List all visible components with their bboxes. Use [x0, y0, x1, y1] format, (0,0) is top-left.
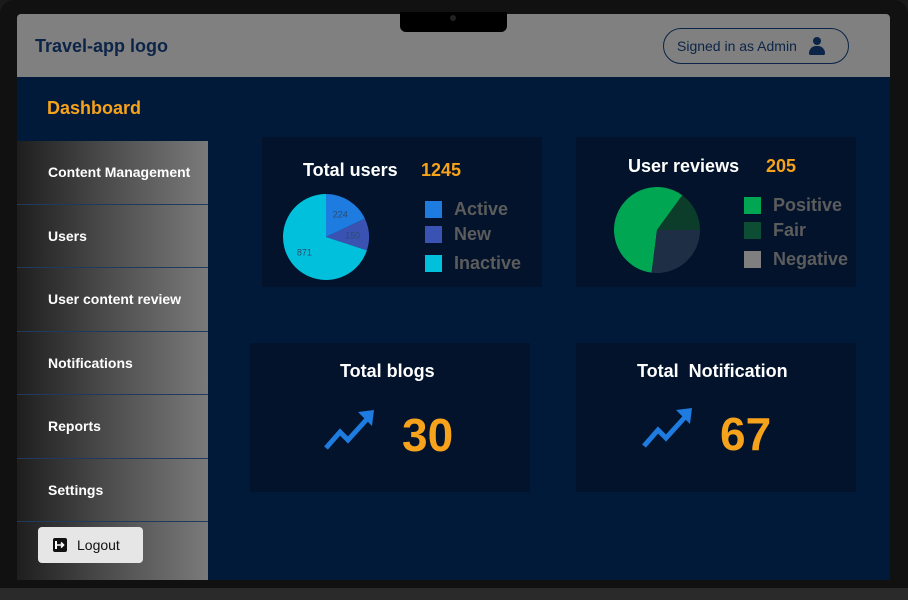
page-title: Dashboard [47, 98, 142, 118]
pie-slice-negative [651, 230, 700, 273]
legend-item-inactive: Inactive [425, 253, 521, 274]
logout-button[interactable]: Logout [38, 527, 143, 563]
users-pie-chart: 224 150 871 [283, 194, 369, 280]
reviews-pie-chart [614, 187, 700, 273]
pie-data-label: 224 [333, 209, 348, 219]
legend-swatch [425, 226, 442, 243]
user-reviews-count: 205 [766, 156, 797, 176]
sidebar-item-users[interactable]: Users [17, 205, 208, 268]
total-blogs-value: 30 [402, 409, 454, 461]
legend-swatch [744, 222, 761, 239]
logout-label: Logout [77, 537, 120, 553]
legend-label: Inactive [454, 253, 522, 273]
legend-item-fair: Fair [744, 220, 806, 241]
sidebar-item-notifications[interactable]: Notifications [17, 332, 208, 395]
sidebar-item-reports[interactable]: Reports [17, 395, 208, 459]
legend-item-active: Active [425, 199, 508, 220]
legend-item-positive: Positive [744, 195, 842, 216]
laptop-frame: Travel-app logo Signed in as Admin Dashb… [0, 0, 908, 600]
legend-label: New [454, 224, 492, 244]
legend-swatch [425, 255, 442, 272]
total-blogs-title: Total blogs [340, 361, 435, 381]
legend-label: Fair [773, 220, 807, 240]
sidebar-item-label: Content Management [48, 164, 191, 181]
total-users-card: Total users 1245 224 150 871 Active New In… [262, 137, 542, 287]
app-screen: Travel-app logo Signed in as Admin Dashb… [17, 14, 890, 580]
pie-data-label: 871 [297, 248, 312, 258]
legend-item-negative: Negative [744, 249, 848, 270]
legend-swatch [744, 197, 761, 214]
sidebar-item-user-content-review[interactable]: User content review [17, 268, 208, 332]
account-button[interactable]: Signed in as Admin [663, 28, 849, 64]
total-blogs-card: Total blogs 30 [250, 343, 530, 492]
legend-label: Active [454, 199, 509, 219]
signed-in-label: Signed in as Admin [677, 38, 797, 54]
legend-swatch [744, 251, 761, 268]
pie-data-label: 150 [345, 230, 360, 240]
total-notification-title: Total Notification [637, 361, 788, 381]
legend-label: Negative [773, 249, 849, 269]
sidebar-item-label: Settings [48, 481, 104, 498]
user-icon [807, 36, 827, 56]
total-notification-value: 67 [720, 408, 772, 460]
sidebar-item-label: Reports [48, 418, 101, 435]
user-reviews-title: User reviews [628, 156, 740, 176]
app-logo[interactable]: Travel-app logo [35, 36, 168, 57]
sidebar-item-label: Notifications [48, 354, 133, 371]
legend-swatch [425, 201, 442, 218]
total-users-title: Total users [303, 160, 398, 180]
sidebar: Content Management Users User content re… [17, 141, 208, 580]
trending-up-icon [642, 408, 692, 448]
legend-label: Positive [773, 195, 843, 215]
logout-icon [52, 537, 68, 553]
sidebar-item-settings[interactable]: Settings [17, 459, 208, 522]
sidebar-item-content-management[interactable]: Content Management [17, 141, 208, 205]
sidebar-item-label: Users [48, 227, 87, 244]
total-users-count: 1245 [421, 160, 462, 180]
legend-item-new: New [425, 224, 491, 245]
total-notification-card: Total Notification 67 [576, 343, 856, 492]
camera-notch [400, 12, 507, 32]
user-reviews-card: User reviews 205 Positive Fair Negative [576, 137, 856, 287]
sidebar-item-label: User content review [48, 291, 182, 308]
trending-up-icon [324, 410, 374, 450]
laptop-base [0, 588, 908, 600]
camera-icon [450, 15, 456, 21]
